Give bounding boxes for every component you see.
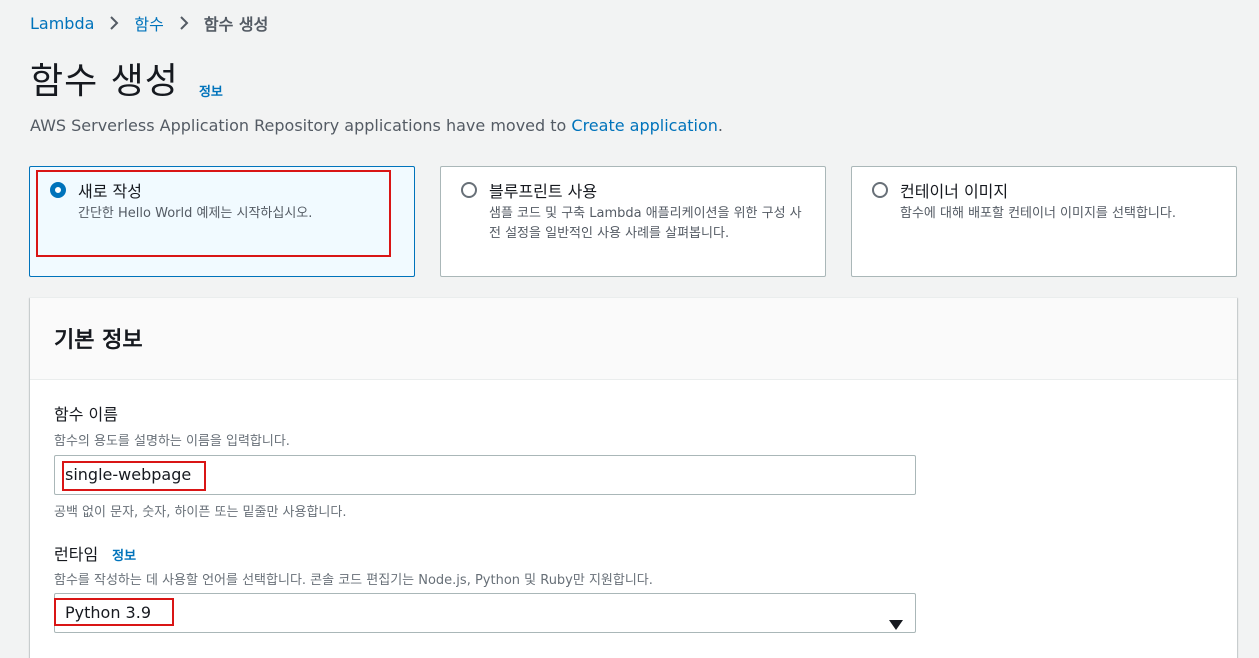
function-name-input[interactable]: single-webpage	[54, 455, 916, 495]
subtitle-suffix: .	[717, 116, 724, 135]
panel-title: 기본 정보	[54, 328, 143, 353]
radio-selected-icon[interactable]	[50, 182, 66, 198]
runtime-value: Python 3.9	[65, 603, 151, 622]
option-title: 블루프린트 사용	[489, 182, 598, 201]
option-use-blueprint[interactable]: 블루프린트 사용 샘플 코드 및 구축 Lambda 애플리케이션을 위한 구성…	[440, 166, 826, 277]
breadcrumb-current: 함수 생성	[203, 15, 269, 34]
basic-info-panel: 기본 정보 함수 이름 함수의 용도를 설명하는 이름을 입력합니다. sing…	[30, 297, 1237, 658]
radio-icon[interactable]	[461, 182, 477, 198]
option-description: 샘플 코드 및 구축 Lambda 애플리케이션을 위한 구성 사전 설정을 일…	[489, 206, 802, 241]
runtime-select[interactable]: Python 3.9	[54, 593, 916, 633]
breadcrumb-functions[interactable]: 함수	[134, 11, 163, 35]
create-application-link[interactable]: Create application	[571, 116, 718, 135]
function-name-label: 함수 이름	[54, 405, 118, 424]
runtime-info-link[interactable]: 정보	[112, 545, 136, 564]
option-title: 컨테이너 이미지	[900, 182, 1009, 201]
radio-icon[interactable]	[872, 182, 888, 198]
option-container-image[interactable]: 컨테이너 이미지 함수에 대해 배포할 컨테이너 이미지를 선택합니다.	[851, 166, 1237, 277]
runtime-label-row: 런타임 정보	[54, 541, 136, 565]
subtitle-text: AWS Serverless Application Repository ap…	[30, 116, 572, 135]
function-name-description: 함수의 용도를 설명하는 이름을 입력합니다.	[54, 434, 290, 449]
option-description: 간단한 Hello World 예제는 시작하십시오.	[78, 206, 313, 221]
page-header: 함수 생성 정보	[30, 58, 223, 106]
option-description: 함수에 대해 배포할 컨테이너 이미지를 선택합니다.	[900, 206, 1176, 221]
option-title: 새로 작성	[78, 182, 142, 201]
function-name-constraint: 공백 없이 문자, 숫자, 하이픈 또는 밑줄만 사용합니다.	[54, 505, 347, 520]
chevron-right-icon	[103, 15, 125, 31]
panel-header: 기본 정보	[30, 298, 1237, 380]
info-link[interactable]: 정보	[199, 81, 223, 100]
chevron-right-icon	[173, 15, 195, 31]
runtime-description: 함수를 작성하는 데 사용할 언어를 선택합니다. 콘솔 코드 편집기는 Nod…	[54, 573, 653, 588]
page-title: 함수 생성	[30, 61, 179, 102]
option-author-from-scratch[interactable]: 새로 작성 간단한 Hello World 예제는 시작하십시오.	[29, 166, 415, 277]
function-name-value: single-webpage	[65, 465, 192, 484]
runtime-label: 런타임	[54, 545, 99, 564]
breadcrumb-lambda[interactable]: Lambda	[30, 14, 94, 33]
caret-down-icon	[889, 607, 903, 645]
breadcrumb: Lambda 함수 함수 생성	[30, 11, 268, 35]
page-subtitle: AWS Serverless Application Repository ap…	[30, 116, 723, 135]
